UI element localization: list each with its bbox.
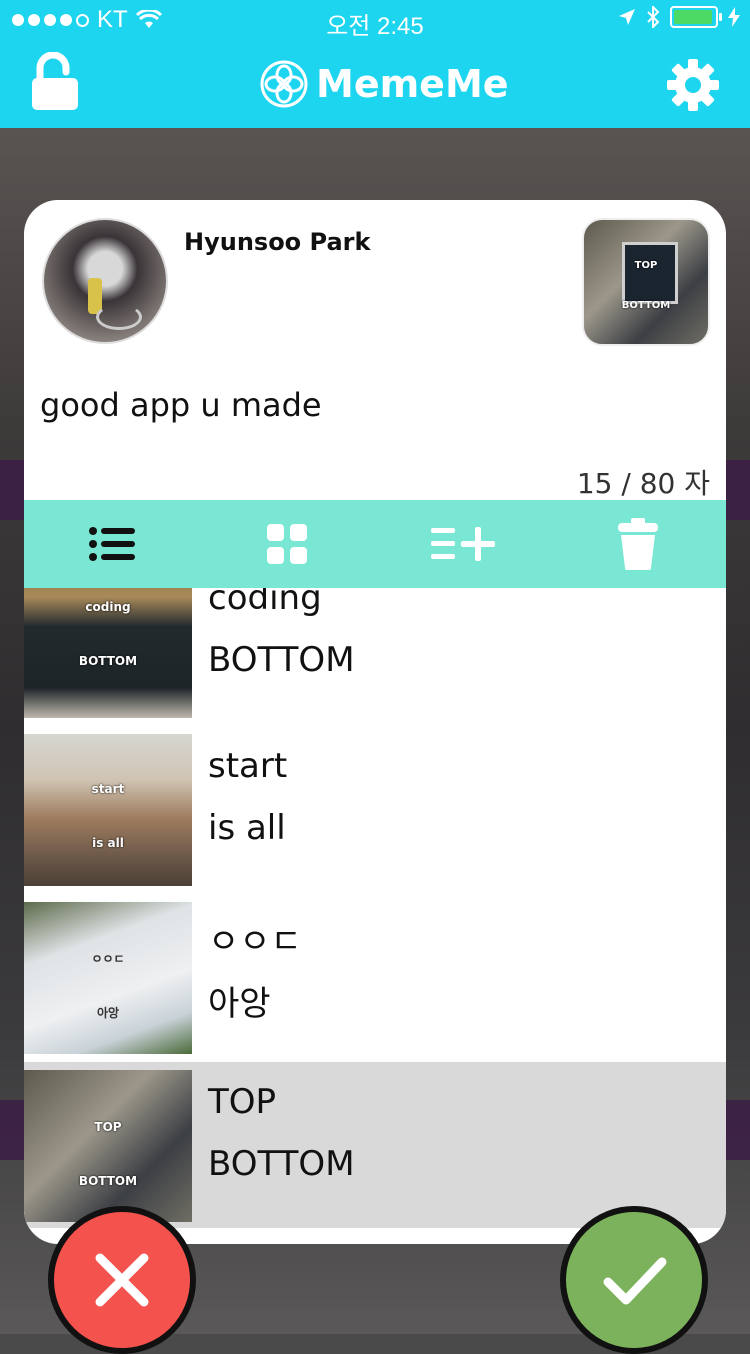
meme-thumbnail: ㅇㅇㄷ 아앙 — [24, 902, 192, 1054]
avatar — [42, 218, 168, 344]
meme-bottom-text: is all — [208, 808, 286, 848]
close-icon — [95, 1253, 149, 1307]
meme-thumbnail: start is all — [24, 734, 192, 886]
status-bar: KT 오전 2:45 — [0, 0, 750, 40]
meme-thumbnail: TOP BOTTOM — [24, 1070, 192, 1222]
list-item[interactable]: ㅇㅇㄷ 아앙 ㅇㅇㄷ 아앙 — [24, 894, 726, 1063]
grid-view-icon — [267, 524, 308, 564]
user-name: Hyunsoo Park — [184, 228, 371, 256]
meme-bottom-text: BOTTOM — [208, 640, 355, 680]
bluetooth-icon — [647, 6, 660, 28]
meme-bottom-text: BOTTOM — [208, 1144, 355, 1184]
charging-bolt-icon — [728, 7, 740, 27]
add-to-list-button[interactable] — [375, 500, 551, 588]
share-meme-card: Hyunsoo Park TOP BOTTOM good app u made … — [24, 200, 726, 1244]
lock-open-icon[interactable] — [30, 52, 80, 112]
checkmark-icon — [603, 1257, 667, 1305]
trash-icon — [618, 518, 659, 570]
cancel-button[interactable] — [48, 1206, 196, 1354]
meme-bottom-text: 아앙 — [208, 984, 271, 1024]
comment-input[interactable]: good app u made — [40, 386, 322, 424]
add-to-list-icon — [430, 527, 495, 561]
confirm-button[interactable] — [560, 1206, 708, 1354]
meme-toolbar — [24, 500, 726, 588]
grid-view-button[interactable] — [200, 500, 376, 588]
app-title: MemeMe — [316, 62, 509, 106]
delete-button[interactable] — [551, 500, 727, 588]
meme-top-text: TOP — [208, 1082, 277, 1122]
list-view-icon — [88, 527, 135, 561]
list-item-selected[interactable]: TOP BOTTOM TOP BOTTOM — [24, 1062, 726, 1228]
meme-thumbnail: coding BOTTOM — [24, 588, 192, 718]
battery-icon — [670, 6, 722, 28]
list-view-button[interactable] — [24, 500, 200, 588]
location-arrow-icon — [619, 9, 635, 25]
meme-top-text: start — [208, 746, 288, 786]
meme-list[interactable]: coding BOTTOM coding BOTTOM start is all… — [24, 588, 726, 1228]
character-counter: 15 / 80 자 — [576, 467, 710, 500]
navigation-bar: MemeMe — [0, 40, 750, 128]
preview-bottom-caption: BOTTOM — [621, 300, 671, 311]
app-brand: MemeMe — [260, 56, 509, 112]
meme-top-text: ㅇㅇㄷ — [208, 922, 302, 962]
app-logo-icon — [260, 60, 308, 108]
gear-icon[interactable] — [666, 58, 720, 112]
list-item[interactable]: start is all start is all — [24, 726, 726, 895]
selected-meme-preview: TOP BOTTOM — [582, 218, 710, 346]
meme-top-text: coding — [208, 588, 322, 618]
list-item[interactable]: coding BOTTOM coding BOTTOM — [24, 588, 726, 727]
preview-top-caption: TOP — [634, 260, 658, 271]
